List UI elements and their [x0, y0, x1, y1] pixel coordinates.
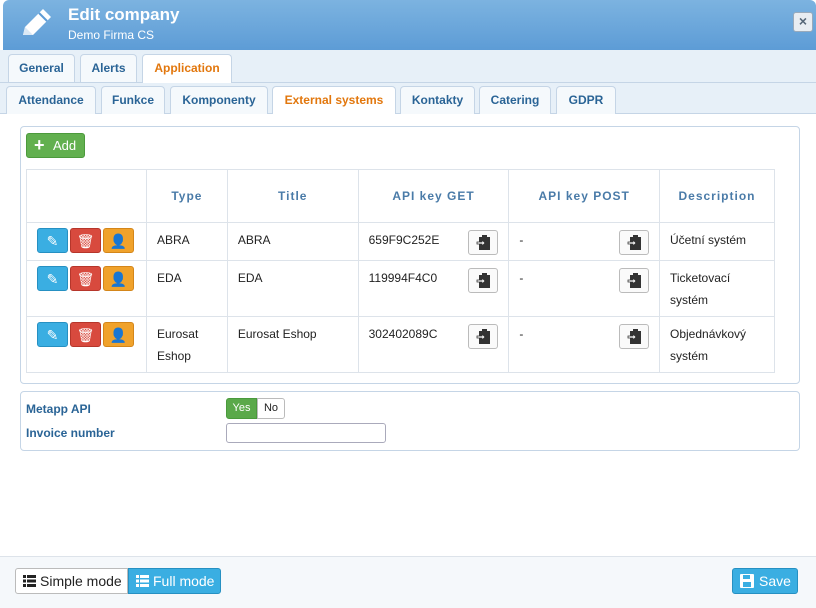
dialog-title: Edit company	[68, 5, 180, 24]
dialog-subtitle: Demo Firma CS	[68, 28, 155, 42]
cell-key-post: -	[508, 222, 660, 261]
cell-type: EDA	[145, 260, 228, 317]
paste-icon	[477, 235, 491, 250]
col-header-api-key-get[interactable]: API key GET	[357, 169, 510, 223]
key-post-value: -	[519, 233, 524, 247]
delete-button[interactable]: 🗑	[70, 228, 101, 253]
paste-icon	[477, 329, 491, 344]
full-mode-button[interactable]: Full mode	[128, 568, 221, 594]
user-button[interactable]: 👤	[103, 322, 134, 347]
tab-kontakty[interactable]: Kontakty	[400, 86, 475, 114]
add-button-label: Add	[53, 138, 77, 153]
main-tabs: General Alerts Application	[0, 50, 816, 84]
add-button[interactable]: + Add	[26, 133, 85, 158]
row-actions: ✎ 🗑 👤	[26, 222, 147, 261]
full-mode-label: Full mode	[153, 573, 215, 589]
copy-key-get-button[interactable]	[468, 268, 499, 293]
col-header-actions	[26, 169, 147, 223]
save-button[interactable]: Save	[732, 568, 798, 594]
pencil-icon	[23, 9, 51, 35]
copy-key-post-button[interactable]	[619, 268, 649, 293]
paste-icon	[627, 235, 641, 250]
key-post-value: -	[519, 327, 524, 341]
cell-key-post: -	[508, 316, 660, 373]
floppy-disk-icon	[740, 574, 754, 588]
tab-attendance[interactable]: Attendance	[6, 86, 96, 114]
paste-icon	[627, 273, 641, 288]
table-row: ✎ 🗑 👤 EDA EDA 119994F4C0 - Ticketovací sys…	[26, 260, 775, 317]
tab-gdpr[interactable]: GDPR	[556, 86, 616, 114]
sub-tabs: Attendance Funkce Komponenty External sy…	[0, 83, 816, 116]
copy-key-post-button[interactable]	[619, 324, 649, 349]
cell-type: ABRA	[145, 222, 228, 261]
tab-komponenty[interactable]: Komponenty	[170, 86, 268, 114]
metapp-api-label: Metapp API	[26, 402, 91, 416]
simple-mode-label: Simple mode	[40, 573, 122, 589]
cell-key-get: 659F9C252E	[357, 222, 510, 261]
user-button[interactable]: 👤	[103, 266, 134, 291]
key-post-value: -	[519, 271, 524, 285]
cell-description: Účetní systém	[659, 222, 775, 261]
settings-panel	[20, 391, 800, 451]
col-header-type[interactable]: Type	[145, 169, 228, 223]
row-actions: ✎ 🗑 👤	[26, 316, 147, 373]
cell-title: ABRA	[226, 222, 359, 261]
copy-key-post-button[interactable]	[619, 230, 649, 255]
list-icon	[136, 575, 149, 587]
invoice-number-input[interactable]	[226, 423, 386, 443]
plus-icon: +	[34, 135, 45, 155]
tab-general[interactable]: General	[8, 54, 75, 82]
invoice-number-label: Invoice number	[26, 426, 115, 440]
row-actions: ✎ 🗑 👤	[26, 260, 147, 317]
toggle-no[interactable]: No	[257, 398, 285, 419]
col-header-title[interactable]: Title	[226, 169, 359, 223]
edit-button[interactable]: ✎	[37, 322, 68, 347]
table-row: ✎ 🗑 👤 ABRA ABRA 659F9C252E - Účetní systém	[26, 222, 775, 261]
user-button[interactable]: 👤	[103, 228, 134, 253]
copy-key-get-button[interactable]	[468, 324, 499, 349]
key-get-value: 119994F4C0	[368, 271, 438, 285]
delete-button[interactable]: 🗑	[70, 266, 101, 291]
external-systems-table: Type Title API key GET API key POST Desc…	[26, 169, 775, 373]
table-row: ✎ 🗑 👤 Eurosat Eshop Eurosat Eshop 30240208…	[26, 316, 775, 373]
paste-icon	[477, 273, 491, 288]
cell-title: Eurosat Eshop	[226, 316, 359, 373]
paste-icon	[627, 329, 641, 344]
key-get-value: 302402089C	[368, 327, 438, 341]
cell-key-get: 302402089C	[357, 316, 510, 373]
cell-description: Ticketovací systém	[659, 260, 775, 317]
table-header-row: Type Title API key GET API key POST Desc…	[26, 169, 775, 223]
cell-description: Objednávkový systém	[659, 316, 775, 373]
cell-key-post: -	[508, 260, 660, 317]
toggle-yes[interactable]: Yes	[226, 398, 257, 419]
tab-funkce[interactable]: Funkce	[101, 86, 165, 114]
close-button[interactable]: ×	[793, 12, 813, 32]
tab-alerts[interactable]: Alerts	[80, 54, 137, 82]
cell-title: EDA	[226, 260, 359, 317]
tab-application[interactable]: Application	[142, 54, 232, 84]
cell-type: Eurosat Eshop	[145, 316, 228, 373]
key-get-value: 659F9C252E	[368, 233, 440, 247]
col-header-api-key-post[interactable]: API key POST	[508, 169, 660, 223]
save-label: Save	[759, 573, 791, 589]
edit-button[interactable]: ✎	[37, 228, 68, 253]
tab-catering[interactable]: Catering	[479, 86, 551, 114]
cell-key-get: 119994F4C0	[357, 260, 510, 317]
copy-key-get-button[interactable]	[468, 230, 499, 255]
dialog-header: Edit company Demo Firma CS ×	[3, 0, 816, 50]
list-icon	[23, 575, 36, 587]
tab-external-systems[interactable]: External systems	[272, 86, 396, 116]
simple-mode-button[interactable]: Simple mode	[15, 568, 128, 594]
delete-button[interactable]: 🗑	[70, 322, 101, 347]
col-header-description[interactable]: Description	[659, 169, 775, 223]
edit-button[interactable]: ✎	[37, 266, 68, 291]
